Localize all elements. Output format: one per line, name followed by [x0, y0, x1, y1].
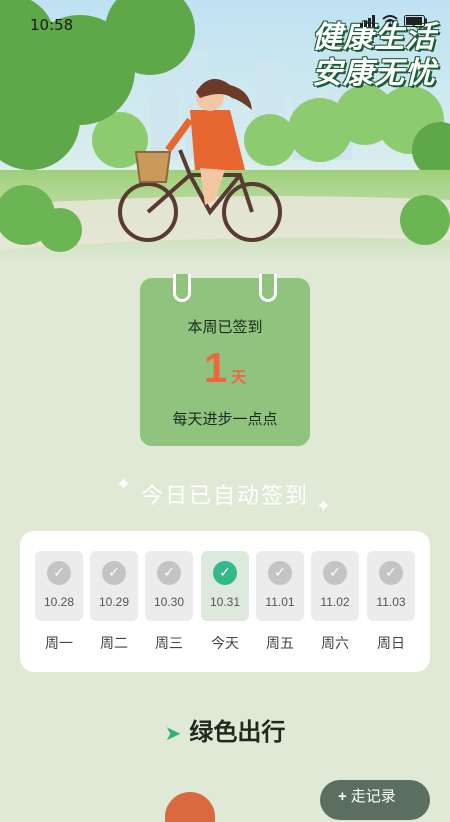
check-icon: ✓ [379, 561, 403, 585]
calendar-ring-left [173, 274, 191, 302]
battery-icon [404, 14, 428, 32]
status-time: 10:58 [30, 16, 74, 34]
day-item[interactable]: ✓ 10.30 周三 [145, 551, 193, 653]
sparkle-icon: ✦ [316, 496, 332, 516]
day-item[interactable]: ✓ 11.02 周六 [311, 551, 359, 653]
day-box: ✓ 11.01 [256, 551, 304, 621]
day-item[interactable]: ✓ 10.28 周一 [35, 551, 83, 653]
day-item-today[interactable]: ✓ 10.31 今天 [201, 551, 249, 653]
day-date: 11.03 [376, 595, 406, 609]
check-icon: ✓ [323, 561, 347, 585]
day-date: 11.02 [320, 595, 350, 609]
checkin-count: 1天 [140, 344, 310, 392]
day-item[interactable]: ✓ 10.29 周二 [90, 551, 138, 653]
check-icon: ✓ [47, 561, 71, 585]
signal-icon [360, 14, 376, 32]
day-label: 周六 [321, 635, 349, 651]
day-box: ✓ 10.28 [35, 551, 83, 621]
day-label: 周三 [155, 635, 183, 651]
check-icon: ✓ [213, 561, 237, 585]
day-date: 10.29 [98, 595, 130, 609]
calendar-ring-right [259, 274, 277, 302]
day-box: ✓ 10.30 [145, 551, 193, 621]
walk-record-label: 走记录 [350, 788, 396, 805]
day-label: 周二 [100, 635, 128, 651]
day-box: ✓ 11.03 [367, 551, 415, 621]
day-box: ✓ 11.02 [311, 551, 359, 621]
day-date: 10.28 [43, 595, 75, 609]
paper-plane-icon: ➤ [164, 723, 182, 745]
auto-checkin-status: 今日已自动签到 [140, 483, 309, 508]
avatar-peek [165, 792, 215, 822]
check-icon: ✓ [157, 561, 181, 585]
day-label: 今天 [211, 635, 239, 651]
section-title-text: 绿色出行 [189, 719, 286, 746]
day-label: 周日 [377, 635, 405, 651]
status-icons [360, 14, 428, 32]
day-box: ✓ 10.31 [201, 551, 249, 621]
day-date: 11.01 [265, 595, 295, 609]
day-date: 10.31 [209, 595, 241, 609]
section-title: ➤ 绿色出行 [0, 712, 450, 747]
day-box: ✓ 10.29 [90, 551, 138, 621]
day-label: 周五 [266, 635, 294, 651]
day-item[interactable]: ✓ 11.01 周五 [256, 551, 304, 653]
walk-record-button[interactable]: + 走记录 [320, 780, 430, 820]
day-date: 10.30 [153, 595, 185, 609]
check-icon: ✓ [102, 561, 126, 585]
plus-icon: + [338, 788, 347, 805]
day-item[interactable]: ✓ 11.03 周日 [367, 551, 415, 653]
checkin-count-number: 1 [203, 344, 228, 391]
status-bar: 10:58 [0, 0, 450, 46]
check-icon: ✓ [268, 561, 292, 585]
weekly-checkin-label: 本周已签到 [187, 319, 263, 336]
weekly-checkin-subtitle: 每天进步一点点 [172, 411, 278, 428]
slogan-line-2: 安康无忧 [312, 56, 436, 91]
checkin-count-unit: 天 [231, 369, 247, 386]
checkin-days-panel: ✓ 10.28 周一 ✓ 10.29 周二 ✓ 10.30 周三 ✓ 10.31… [20, 531, 430, 672]
day-label: 周一 [45, 635, 73, 651]
wifi-icon [382, 14, 398, 32]
weekly-checkin-card: 本周已签到 1天 每天进步一点点 [140, 274, 310, 446]
